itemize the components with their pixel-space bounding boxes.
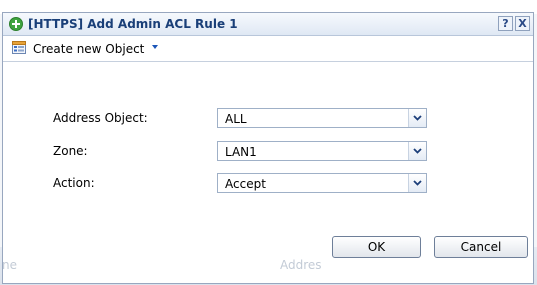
help-button[interactable]: ? <box>498 16 513 31</box>
object-list-icon <box>12 41 26 54</box>
zone-select[interactable]: LAN1 <box>217 141 427 161</box>
chevron-down-icon <box>413 148 422 154</box>
address-object-label: Address Object: <box>53 111 148 125</box>
dialog-title: [HTTPS] Add Admin ACL Rule 1 <box>28 17 238 31</box>
zone-value: LAN1 <box>225 145 257 159</box>
background-column-header: ne <box>2 258 17 272</box>
dropdown-caret-icon <box>152 45 158 49</box>
address-object-select[interactable]: ALL <box>217 108 427 128</box>
action-dropdown-button[interactable] <box>408 174 426 192</box>
form-area: Address Object: ALL Zone: LAN1 Action: A… <box>3 62 533 222</box>
background-column-header: Addres <box>280 258 322 272</box>
ok-button[interactable]: OK <box>332 236 421 258</box>
dialog-toolbar: Create new Object <box>3 36 533 62</box>
zone-dropdown-button[interactable] <box>408 142 426 160</box>
close-button[interactable]: X <box>515 16 530 31</box>
cancel-button[interactable]: Cancel <box>434 236 528 258</box>
action-value: Accept <box>225 177 266 191</box>
chevron-down-icon <box>413 115 422 121</box>
create-new-object-label: Create new Object <box>33 42 145 56</box>
dialog-titlebar[interactable]: [HTTPS] Add Admin ACL Rule 1 ? X <box>3 13 533 36</box>
action-select[interactable]: Accept <box>217 173 427 193</box>
zone-label: Zone: <box>53 144 88 158</box>
address-object-dropdown-button[interactable] <box>408 109 426 127</box>
address-object-value: ALL <box>225 112 247 126</box>
action-label: Action: <box>53 176 95 190</box>
add-icon <box>9 17 23 31</box>
chevron-down-icon <box>413 180 422 186</box>
